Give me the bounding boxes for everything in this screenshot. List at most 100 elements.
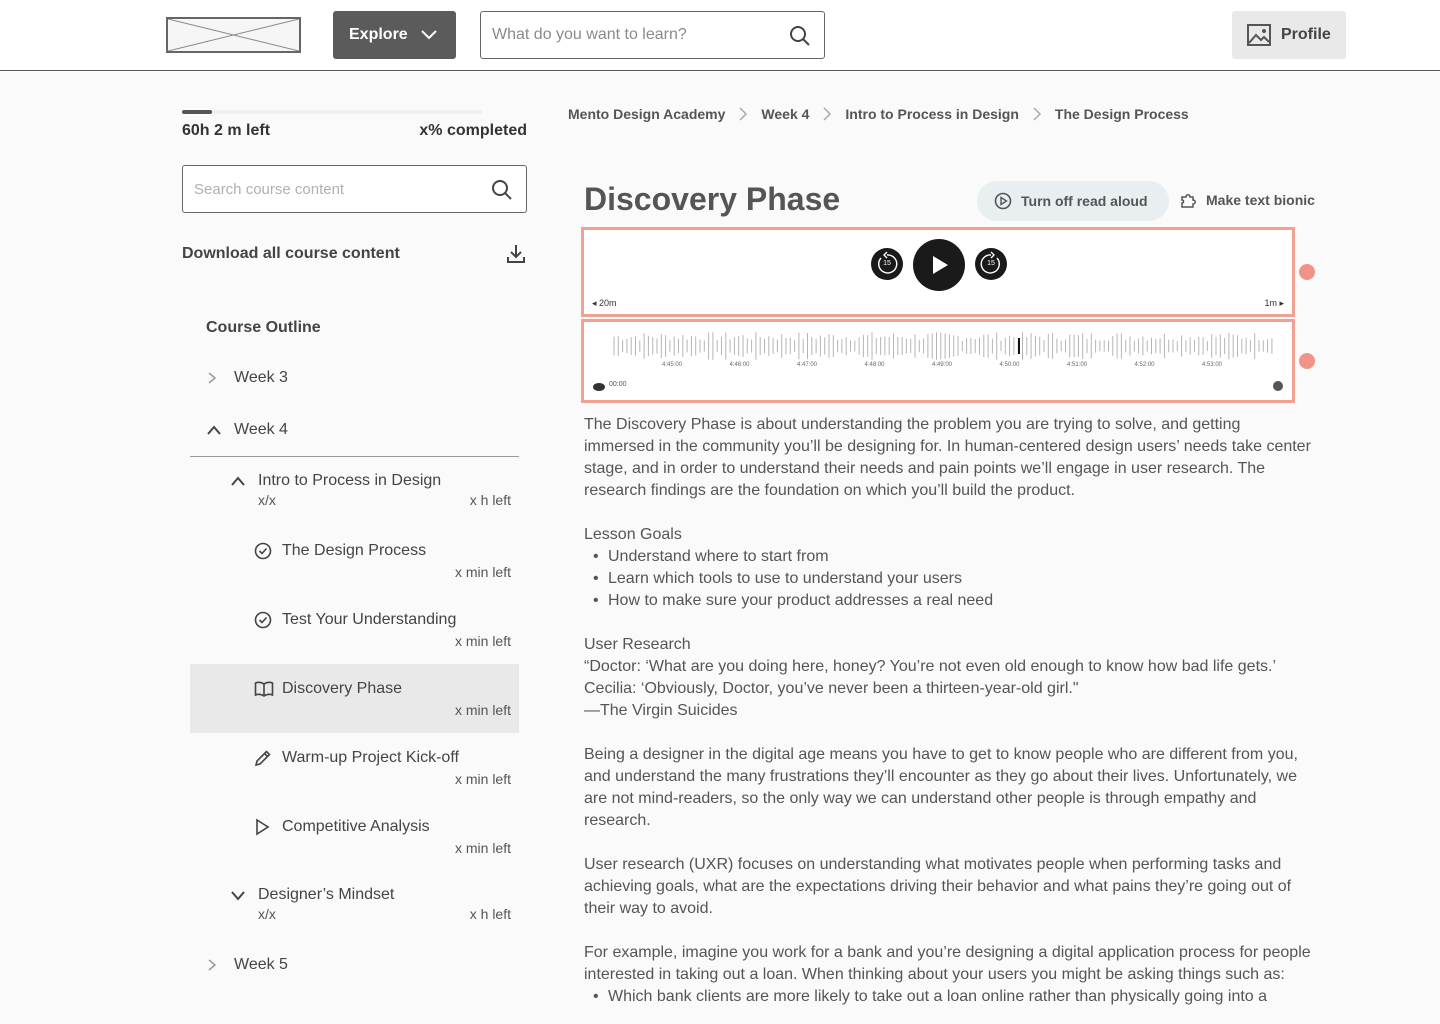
explore-button[interactable]: Explore (333, 11, 456, 59)
annotation-dot (1299, 264, 1315, 280)
timeline-tick-label: 4:49:00 (932, 362, 953, 368)
download-all-button[interactable]: Download all course content (182, 237, 527, 271)
bionic-text-button[interactable]: Make text bionic (1179, 191, 1315, 209)
forward-label: 15 (987, 260, 995, 267)
timeline-tick-label: 4:53:00 (1202, 362, 1223, 368)
bionic-label: Make text bionic (1206, 192, 1315, 208)
lesson-test-your-understanding[interactable]: Test Your Understanding x min left (190, 595, 519, 664)
goal-item: How to make sure your product addresses … (584, 590, 1314, 612)
lesson-title: Discovery Phase (282, 680, 403, 697)
image-placeholder-icon (1247, 24, 1271, 46)
questions-list: Which bank clients are more likely to ta… (584, 986, 1314, 1008)
read-aloud-label: Turn off read aloud (1021, 193, 1148, 209)
section-designers-mindset[interactable]: Designer’s Mindset x/x x h left (230, 886, 519, 922)
goals-title: Lesson Goals (584, 526, 682, 543)
lesson-title: Test Your Understanding (282, 611, 457, 628)
main-search-input[interactable] (492, 22, 782, 48)
section-count: x/x (258, 492, 276, 508)
lesson-time-left: x min left (454, 702, 511, 718)
rewind-15-button[interactable]: 15 (871, 248, 903, 280)
lesson-title: The Design Process (282, 542, 427, 559)
research-title: User Research (584, 636, 691, 653)
breadcrumb-item[interactable]: Intro to Process in Design (845, 106, 1018, 122)
left-time-label: ◂ 20m (592, 298, 617, 308)
week-4-item[interactable]: Week 4 (206, 417, 288, 443)
week-3-item[interactable]: Week 3 (206, 365, 288, 391)
search-icon[interactable] (788, 24, 812, 48)
article-paragraph: For example, imagine you work for a bank… (584, 944, 1311, 983)
chevron-right-icon (823, 107, 832, 121)
chevron-right-icon (208, 959, 217, 971)
lesson-competitive-analysis[interactable]: Competitive Analysis x min left (190, 802, 519, 871)
section-title: Intro to Process in Design (258, 472, 442, 489)
speaker-icon[interactable] (592, 382, 606, 392)
week-4-label: Week 4 (234, 421, 288, 438)
chevron-right-icon (208, 372, 217, 384)
course-progress-fill (182, 110, 212, 114)
chevron-right-icon (1033, 107, 1041, 121)
section-time-left: x h left (469, 906, 511, 922)
breadcrumb-item[interactable]: The Design Process (1055, 106, 1189, 122)
section-time-left: x h left (469, 492, 511, 508)
settings-icon[interactable] (1272, 380, 1284, 392)
section-intro-to-process[interactable]: Intro to Process in Design x/x x h left (230, 472, 519, 508)
audio-player: 15 15 ◂ 20m 1m ▸ (581, 227, 1295, 317)
lesson-time-left: x min left (454, 840, 511, 856)
chevron-up-icon (207, 425, 221, 435)
timeline-tick-label: 4:47:00 (797, 362, 818, 368)
course-search-input[interactable] (194, 177, 484, 201)
section-count: x/x (258, 906, 276, 922)
play-icon (256, 818, 270, 836)
course-progress-bar (182, 110, 482, 114)
lesson-the-design-process[interactable]: The Design Process x min left (190, 526, 519, 595)
lesson-time-left: x min left (454, 564, 511, 580)
forward-15-button[interactable]: 15 (975, 248, 1007, 280)
timeline-tick-label: 4:51:00 (1067, 362, 1088, 368)
chevron-down-icon (421, 30, 437, 40)
search-icon[interactable] (490, 178, 514, 202)
profile-label: Profile (1281, 26, 1331, 43)
rewind-label: 15 (883, 260, 891, 267)
read-aloud-toggle[interactable]: Turn off read aloud (977, 181, 1169, 221)
main-search (480, 11, 825, 59)
logo-image-icon (168, 19, 299, 51)
quote-line: Cecilia: ‘Obviously, Doctor, you’ve neve… (584, 680, 1079, 697)
current-time: 00:00 (609, 381, 627, 388)
breadcrumb-item[interactable]: Mento Design Academy (568, 106, 725, 122)
waveform-timeline[interactable]: 4:45:00 4:46:00 4:47:00 4:48:00 4:49:00 4:50:… (581, 319, 1295, 403)
goal-item: Understand where to start from (584, 546, 1314, 568)
lesson-time-left: x min left (454, 633, 511, 649)
week-5-label: Week 5 (234, 956, 288, 973)
course-search (182, 165, 527, 213)
pencil-icon (254, 750, 271, 767)
top-header: Explore Profile (0, 0, 1440, 71)
download-label: Download all course content (182, 245, 400, 262)
timeline-tick-label: 4:45:00 (662, 362, 683, 368)
goal-item: Learn which tools to use to understand y… (584, 568, 1314, 590)
timeline-tick-label: 4:46:00 (729, 362, 750, 368)
book-icon (254, 681, 274, 697)
check-circle-icon (254, 542, 272, 560)
course-outline-title: Course Outline (206, 319, 321, 336)
lesson-warm-up-project[interactable]: Warm-up Project Kick-off x min left (190, 733, 519, 802)
lesson-article: The Discovery Phase is about understandi… (584, 414, 1314, 1008)
download-icon (507, 245, 525, 263)
waveform-bars (613, 332, 1273, 360)
logo-placeholder[interactable] (166, 17, 301, 53)
breadcrumb-item[interactable]: Week 4 (761, 106, 809, 122)
profile-button[interactable]: Profile (1232, 11, 1346, 59)
week-3-label: Week 3 (234, 369, 288, 386)
week-5-item[interactable]: Week 5 (206, 952, 288, 978)
chevron-down-icon (231, 891, 245, 901)
annotation-dot (1299, 353, 1315, 369)
check-circle-icon (254, 611, 272, 629)
play-button[interactable] (913, 239, 965, 291)
goals-list: Understand where to start from Learn whi… (584, 546, 1314, 612)
lesson-discovery-phase[interactable]: Discovery Phase x min left (190, 664, 519, 733)
week-divider (190, 456, 519, 457)
chevron-right-icon (739, 107, 748, 121)
quote-line: “Doctor: ‘What are you doing here, honey… (584, 658, 1277, 675)
section-title: Designer’s Mindset (258, 886, 395, 903)
page-title: Discovery Phase (584, 181, 841, 217)
lesson-time-left: x min left (454, 771, 511, 787)
